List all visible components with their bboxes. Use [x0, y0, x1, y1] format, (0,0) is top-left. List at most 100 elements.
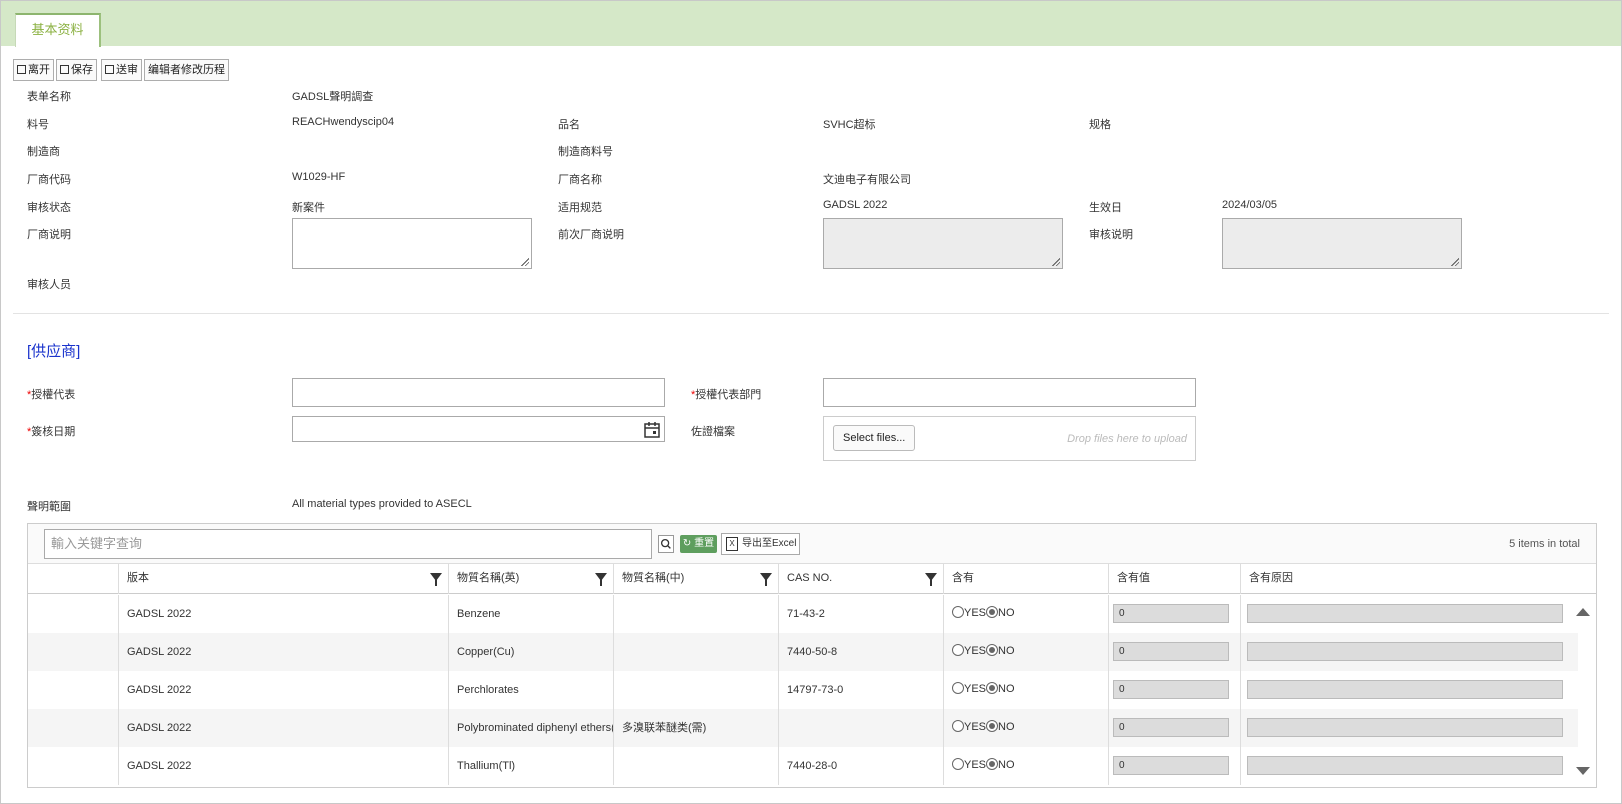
part-no-label: 料号 — [27, 119, 49, 131]
cell-value: 0 — [1108, 671, 1240, 709]
review-status-value: 新案件 — [292, 202, 325, 214]
col-reason[interactable]: 含有原因 — [1240, 564, 1566, 594]
cell-name-en: Perchlorates — [448, 671, 613, 709]
excel-icon: X — [726, 537, 738, 551]
filter-icon[interactable] — [925, 573, 937, 586]
cell-reason — [1240, 633, 1566, 671]
no-radio[interactable] — [986, 758, 999, 770]
sign-date-label: *簽核日期 — [27, 426, 76, 438]
yes-radio[interactable] — [952, 758, 964, 770]
col-name-zh[interactable]: 物質名稱(中) — [613, 564, 778, 594]
no-radio[interactable] — [986, 606, 999, 618]
cell-name-zh — [613, 671, 778, 709]
reason-input[interactable] — [1247, 718, 1563, 737]
table-row: GADSL 2022 Thallium(Tl) 7440-28-0 YES NO … — [28, 747, 1578, 785]
value-input[interactable]: 0 — [1113, 680, 1229, 699]
col-value[interactable]: 含有值 — [1108, 564, 1240, 594]
yes-radio[interactable] — [952, 606, 964, 618]
yes-radio[interactable] — [952, 644, 964, 656]
applicable-spec-label: 适用规范 — [558, 202, 602, 214]
cell-name-en: Thallium(Tl) — [448, 747, 613, 785]
grid-total: 5 items in total — [1509, 538, 1580, 550]
tab-basic-info[interactable]: 基本资料 — [15, 13, 101, 47]
evidence-label: 佐證檔案 — [691, 426, 735, 438]
cell-version: GADSL 2022 — [118, 747, 448, 785]
no-radio[interactable] — [986, 720, 999, 732]
save-button[interactable]: 保存 — [56, 59, 97, 81]
calendar-icon[interactable] — [642, 420, 662, 440]
effective-date-value: 2024/03/05 — [1222, 199, 1278, 211]
filter-icon[interactable] — [430, 573, 442, 586]
cell-contains: YES NO — [943, 633, 1108, 671]
drop-hint: Drop files here to upload — [1067, 433, 1187, 445]
col-cas[interactable]: CAS NO. — [778, 564, 943, 594]
rep-input[interactable] — [292, 378, 665, 407]
cell-name-en: Benzene — [448, 595, 613, 633]
reset-button[interactable]: ↻ 重置 — [680, 535, 717, 553]
rep-label: *授權代表 — [27, 389, 76, 401]
grid-toolbar: 輸入关键字查询 ↻ 重置 X 导出至Excel 5 items in total — [28, 524, 1596, 564]
cell-value: 0 — [1108, 633, 1240, 671]
cell-reason — [1240, 709, 1566, 747]
leave-button[interactable]: 离开 — [13, 59, 54, 81]
reason-input[interactable] — [1247, 604, 1563, 623]
reason-input[interactable] — [1247, 756, 1563, 775]
cell-value: 0 — [1108, 595, 1240, 633]
grid-header: 版本 物質名稱(英) 物質名稱(中) CAS NO. 含有 含有值 含有原因 — [28, 564, 1596, 594]
yes-radio[interactable] — [952, 720, 964, 732]
scroll-up-icon[interactable] — [1576, 608, 1590, 616]
vendor-name-value: 文迪电子有限公司 — [823, 174, 911, 186]
rep-dept-label: *授權代表部門 — [691, 389, 762, 401]
applicable-spec-value: GADSL 2022 — [823, 199, 888, 211]
history-button[interactable]: 编辑者修改历程 — [144, 59, 229, 81]
product-name-label: 品名 — [558, 119, 580, 131]
col-name-en[interactable]: 物質名稱(英) — [448, 564, 613, 594]
cell-value: 0 — [1108, 709, 1240, 747]
mfr-part-no-label: 制造商料号 — [558, 146, 613, 158]
no-radio[interactable] — [986, 682, 999, 694]
yes-radio[interactable] — [952, 682, 964, 694]
cell-reason — [1240, 747, 1566, 785]
col-version[interactable]: 版本 — [118, 564, 448, 594]
vendor-note-textarea[interactable] — [292, 218, 532, 269]
search-icon — [660, 538, 671, 549]
value-input[interactable]: 0 — [1113, 756, 1229, 775]
prev-vendor-note-label: 前次厂商说明 — [558, 229, 624, 241]
cell-name-zh — [613, 595, 778, 633]
no-radio[interactable] — [986, 644, 999, 656]
cell-name-zh — [613, 747, 778, 785]
export-excel-button[interactable]: X 导出至Excel — [721, 533, 801, 555]
cell-contains: YES NO — [943, 709, 1108, 747]
cell-value: 0 — [1108, 747, 1240, 785]
sign-date-picker[interactable] — [292, 416, 665, 442]
save-icon — [60, 65, 69, 74]
select-files-button[interactable]: Select files... — [833, 425, 916, 451]
supplier-section-title: [供应商] — [27, 343, 81, 360]
file-upload-area[interactable]: Select files... Drop files here to uploa… — [823, 416, 1196, 461]
cell-version: GADSL 2022 — [118, 671, 448, 709]
table-row: GADSL 2022 Benzene 71-43-2 YES NO 0 — [28, 595, 1578, 633]
submit-button[interactable]: 送审 — [101, 59, 142, 81]
grid-search-input[interactable]: 輸入关键字查询 — [44, 529, 652, 559]
reason-input[interactable] — [1247, 642, 1563, 661]
cell-contains: YES NO — [943, 671, 1108, 709]
filter-icon[interactable] — [595, 573, 607, 586]
value-input[interactable]: 0 — [1113, 642, 1229, 661]
col-contains[interactable]: 含有 — [943, 564, 1108, 594]
scroll-down-icon[interactable] — [1576, 767, 1590, 775]
search-button[interactable] — [658, 535, 674, 553]
table-row: GADSL 2022 Copper(Cu) 7440-50-8 YES NO 0 — [28, 633, 1578, 671]
value-input[interactable]: 0 — [1113, 718, 1229, 737]
prev-vendor-note-textarea — [823, 218, 1063, 269]
spec-label: 规格 — [1089, 119, 1111, 131]
cell-cas: 7440-28-0 — [778, 747, 943, 785]
rep-dept-input[interactable] — [823, 378, 1196, 407]
cell-version: GADSL 2022 — [118, 595, 448, 633]
reason-input[interactable] — [1247, 680, 1563, 699]
cell-contains: YES NO — [943, 595, 1108, 633]
cell-version: GADSL 2022 — [118, 633, 448, 671]
section-divider — [13, 313, 1609, 314]
value-input[interactable]: 0 — [1113, 604, 1229, 623]
vendor-note-label: 厂商说明 — [27, 229, 71, 241]
filter-icon[interactable] — [760, 573, 772, 586]
